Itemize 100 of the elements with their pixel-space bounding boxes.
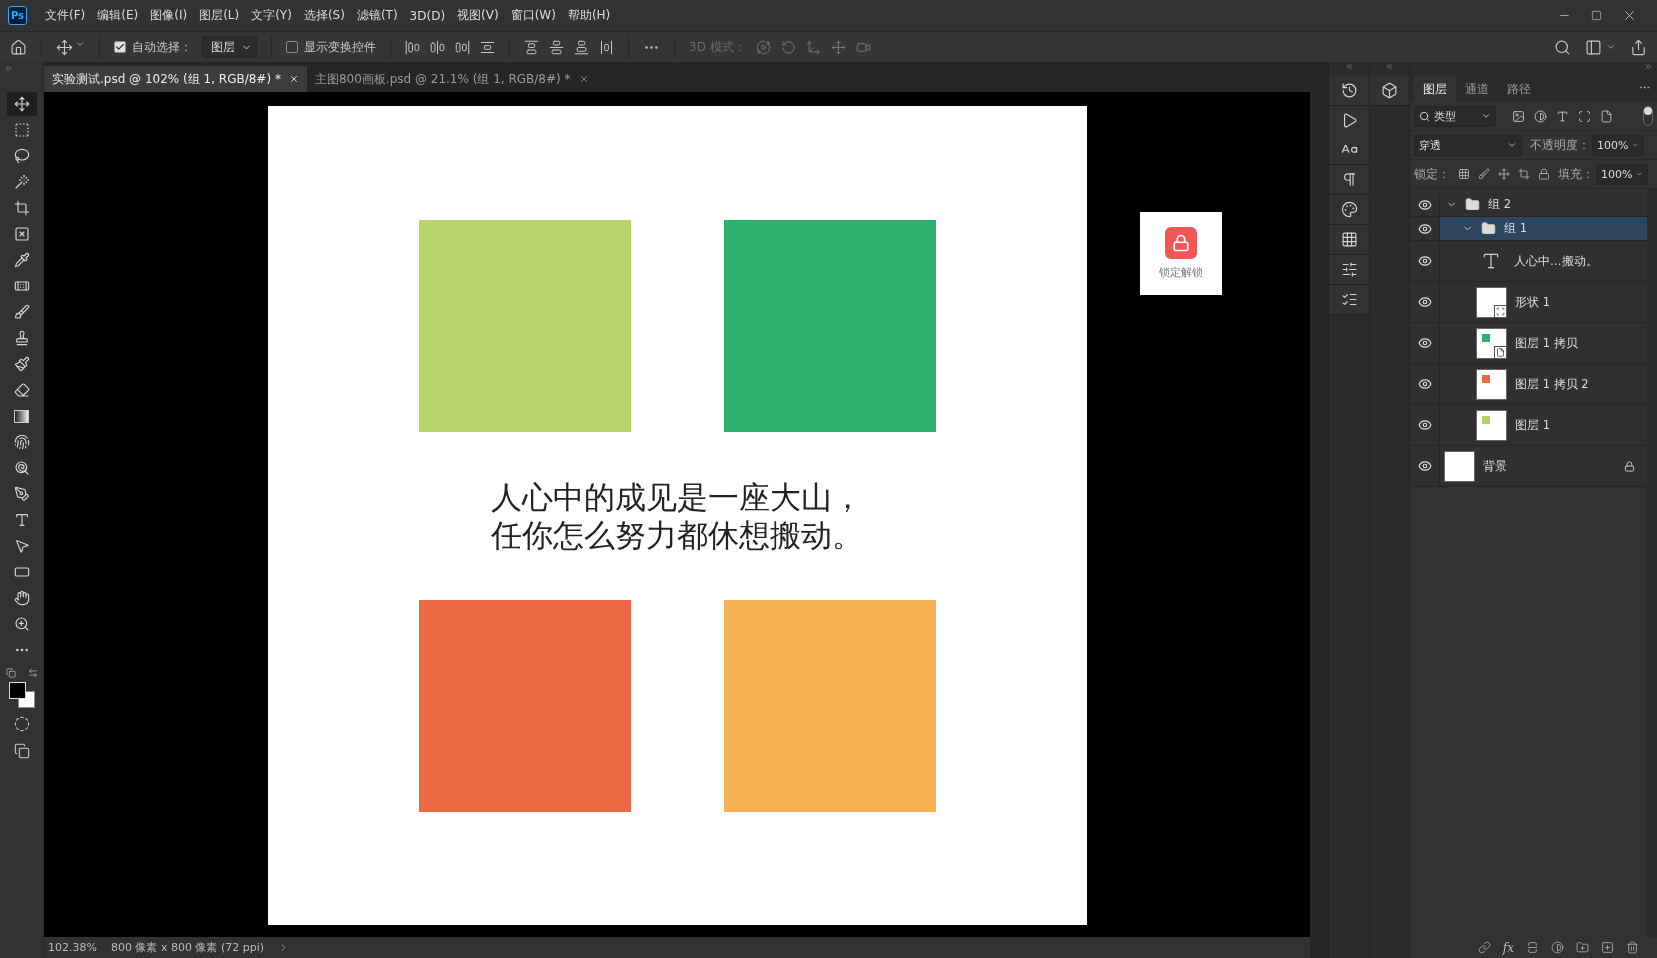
orbit-icon[interactable] [755, 39, 771, 55]
menu-item[interactable]: 编辑(E) [91, 7, 145, 24]
smart-filter-icon[interactable] [1600, 109, 1613, 123]
align-left-icon[interactable] [405, 39, 420, 55]
close-icon[interactable] [288, 74, 299, 84]
filter-dropdown[interactable]: 类型 [1414, 105, 1496, 127]
align-right-icon[interactable] [455, 39, 470, 55]
lock-pixels-icon[interactable] [1458, 168, 1470, 180]
move-icon[interactable] [56, 38, 73, 56]
document-info: 800 像素 x 800 像素 (72 ppi) [110, 940, 265, 955]
table-icon[interactable] [1340, 231, 1358, 248]
menu-item[interactable]: 帮助(H) [561, 7, 617, 24]
align-top-icon[interactable] [524, 39, 539, 55]
layer-row[interactable]: 图层 1 拷贝 2 [1410, 364, 1647, 405]
menu-item[interactable]: 滤镜(T) [350, 7, 404, 24]
blend-mode-dropdown[interactable]: 穿透 [1414, 134, 1522, 156]
target-dropdown[interactable]: 图层 [202, 36, 257, 58]
layer-row[interactable]: 背景 [1410, 446, 1647, 487]
screen-mode-icon[interactable] [13, 743, 30, 759]
pen-icon [13, 486, 30, 502]
home-icon[interactable] [10, 38, 27, 56]
lock-artboard-icon[interactable] [1518, 168, 1530, 180]
adjustment-icon[interactable] [1551, 941, 1564, 954]
close-icon[interactable] [1622, 8, 1637, 23]
panel-tab[interactable]: 图层 [1414, 76, 1456, 102]
shape-filter-icon[interactable] [1578, 109, 1591, 123]
distribute-icon[interactable] [599, 39, 614, 55]
align-middle-icon[interactable] [549, 39, 564, 55]
brush-presets-icon[interactable] [1340, 291, 1358, 308]
show-transform-checkbox[interactable]: 显示变换控件 [286, 38, 376, 56]
layer-row[interactable]: 形状 1 [1410, 282, 1647, 323]
eye-icon[interactable] [1417, 254, 1432, 268]
pointer-icon [13, 538, 30, 554]
caret-icon [1507, 140, 1517, 150]
workspace-icon[interactable] [1585, 38, 1602, 56]
align-center-icon[interactable] [430, 39, 445, 55]
distribute-icon[interactable] [480, 39, 495, 55]
panel-tab[interactable]: 通道 [1456, 76, 1498, 102]
lock-paint-icon[interactable] [1478, 168, 1490, 180]
align-bottom-icon[interactable] [574, 39, 589, 55]
eye-icon[interactable] [1417, 336, 1432, 350]
fill-field[interactable]: 100% [1596, 163, 1648, 185]
color-swatches-icon[interactable] [8, 682, 35, 708]
menu-item[interactable]: 文字(Y) [245, 7, 298, 24]
layer-row[interactable]: 组 1 [1410, 217, 1647, 241]
new-layer-icon[interactable] [1601, 941, 1614, 954]
opacity-field[interactable]: 100% [1592, 134, 1644, 156]
menu-item[interactable]: 图像(I) [144, 7, 194, 24]
panel-tab[interactable]: 路径 [1498, 76, 1540, 102]
auto-select-checkbox[interactable]: 自动选择： [114, 38, 192, 56]
close-icon[interactable] [578, 74, 589, 84]
tool-button[interactable] [6, 92, 37, 116]
eye-icon[interactable] [1417, 459, 1432, 473]
image-filter-icon[interactable] [1512, 109, 1525, 123]
menu-item[interactable]: 3D(D) [403, 8, 452, 23]
default-colors-icon[interactable] [5, 668, 16, 678]
menu-item[interactable]: 选择(S) [297, 7, 351, 24]
collapse-icon[interactable] [1644, 62, 1653, 71]
document-tab[interactable]: 主图800画板.psd @ 21.1% (组 1, RGB/8#) * [306, 66, 597, 92]
folder-icon[interactable] [1576, 941, 1589, 954]
finger-icon [13, 434, 30, 450]
cube-icon[interactable] [1381, 82, 1398, 99]
maximize-icon[interactable] [1591, 10, 1602, 21]
layer-name: 背景 [1483, 458, 1507, 474]
menu-item[interactable]: 文件(F) [39, 7, 92, 24]
menu-item[interactable]: 视图(V) [451, 7, 505, 24]
share-icon[interactable] [1630, 38, 1647, 56]
eye-icon[interactable] [1417, 197, 1432, 212]
quick-mask-icon[interactable] [13, 716, 30, 732]
layer-row[interactable]: 组 2 [1410, 193, 1647, 217]
caret-icon[interactable] [1606, 42, 1616, 52]
folder-icon [1465, 197, 1480, 212]
menu-item[interactable]: 窗口(W) [504, 7, 562, 24]
eye-icon[interactable] [1417, 377, 1432, 391]
menu-item[interactable]: 图层(L) [193, 7, 246, 24]
adjustment-filter-icon[interactable] [1534, 109, 1547, 123]
swap-icon[interactable] [27, 668, 38, 678]
link-icon[interactable] [1477, 941, 1491, 954]
palette-icon[interactable] [1340, 201, 1358, 218]
lock-position-icon[interactable] [1498, 168, 1510, 180]
lock-unlock-button[interactable]: 锁定解锁 [1140, 212, 1222, 295]
search-icon[interactable] [1554, 38, 1571, 56]
eye-icon[interactable] [1417, 418, 1432, 432]
check-icon [115, 42, 125, 52]
layer-row[interactable]: 图层 1 拷贝 [1410, 323, 1647, 364]
mask-icon[interactable] [1526, 941, 1539, 954]
fx-button[interactable]: fx [1502, 940, 1514, 955]
lock-all-icon[interactable] [1538, 168, 1550, 180]
eye-icon[interactable] [1417, 295, 1432, 309]
adjustments-icon[interactable] [1340, 261, 1358, 278]
layer-name: 形状 1 [1515, 294, 1550, 310]
eye-icon[interactable] [1417, 221, 1432, 236]
zoom-icon [13, 616, 30, 632]
history-icon[interactable] [1340, 82, 1358, 99]
type-filter-icon[interactable] [1556, 109, 1569, 123]
trash-icon[interactable] [1626, 941, 1639, 954]
document-tab[interactable]: 实验测试.psd @ 102% (组 1, RGB/8#) * [44, 66, 307, 92]
layer-row[interactable]: 图层 1 [1410, 405, 1647, 446]
layer-name: 图层 1 [1515, 417, 1550, 433]
layer-row[interactable]: 人心中…搬动。 [1410, 241, 1647, 282]
